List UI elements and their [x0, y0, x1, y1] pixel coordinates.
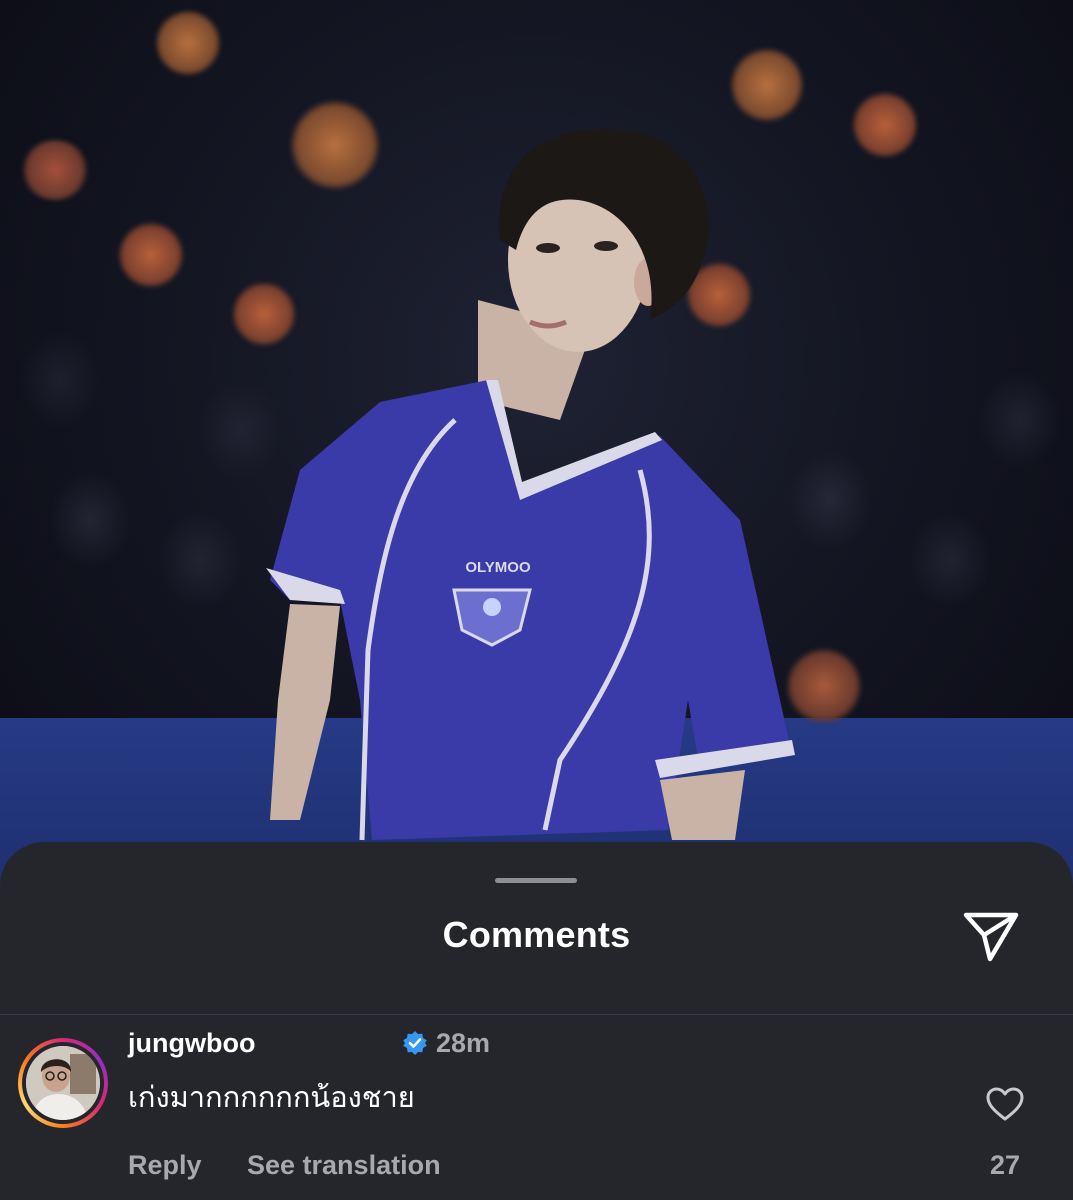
see-translation-button[interactable]: See translation	[247, 1150, 441, 1181]
comments-title: Comments	[442, 914, 631, 955]
verified-badge-icon	[403, 1031, 427, 1055]
story-ring[interactable]	[18, 1038, 108, 1128]
avatar[interactable]	[26, 1046, 100, 1120]
comment-username[interactable]: jungwboo 28m	[128, 1028, 490, 1059]
avatar-photo	[26, 1046, 100, 1120]
post-photo: OLYMOO	[0, 0, 1073, 900]
jersey-brand-text: OLYMOO	[465, 559, 531, 576]
comment-timestamp: 28m	[436, 1028, 491, 1058]
comments-sheet: Comments jungwboo 28m เก่งมากกกกกกน้องชา…	[0, 842, 1073, 1200]
player-figure: OLYMOO	[266, 128, 795, 841]
comment-item: jungwboo 28m เก่งมากกกกกกน้องชาย Reply S…	[0, 1014, 1073, 1200]
sheet-drag-handle[interactable]	[495, 878, 577, 883]
reply-button[interactable]: Reply	[128, 1150, 202, 1181]
comment-text: เก่งมากกกกกกน้องชาย	[128, 1082, 415, 1114]
heart-outline-icon[interactable]	[985, 1086, 1025, 1122]
like-count: 27	[989, 1150, 1021, 1180]
send-icon[interactable]	[960, 908, 1022, 964]
